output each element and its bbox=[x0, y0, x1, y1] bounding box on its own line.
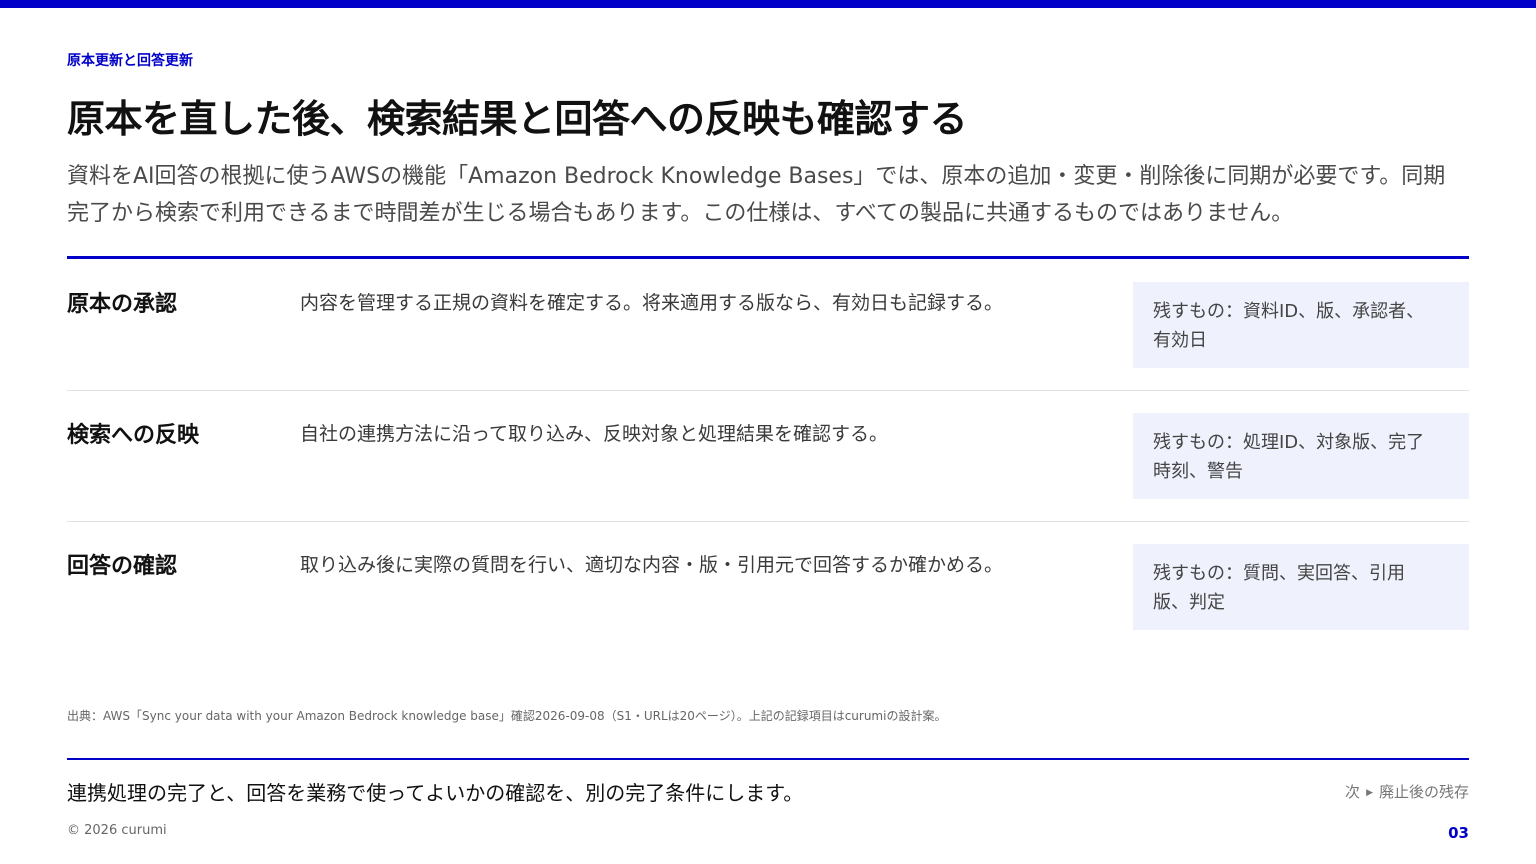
step-row-approval: 原本の承認 内容を管理する正規の資料を確定する。将来適用する版なら、有効日も記録… bbox=[67, 260, 1469, 391]
record-note-line: 残すもの：質問、実回答、引用 bbox=[1153, 563, 1405, 584]
record-note: 残すもの：資料ID、版、承認者、 有効日 bbox=[1133, 282, 1469, 368]
table-top-rule bbox=[67, 256, 1469, 259]
page-title: 原本を直した後、検索結果と回答への反映も確認する bbox=[67, 97, 968, 141]
step-title: 回答の確認 bbox=[67, 554, 178, 579]
source-citation: 出典：AWS「Sync your data with your Amazon B… bbox=[67, 709, 947, 723]
play-arrow-icon: ▶ bbox=[1366, 788, 1373, 798]
footer-rule bbox=[67, 758, 1469, 760]
section-eyebrow: 原本更新と回答更新 bbox=[67, 53, 193, 69]
record-note-line: 版、判定 bbox=[1153, 592, 1225, 613]
record-note: 残すもの：質問、実回答、引用 版、判定 bbox=[1133, 544, 1469, 630]
next-prefix: 次 bbox=[1345, 783, 1361, 801]
copyright: © 2026 curumi bbox=[67, 823, 167, 838]
step-description: 内容を管理する正規の資料を確定する。将来適用する版なら、有効日も記録する。 bbox=[300, 292, 1004, 314]
step-title: 原本の承認 bbox=[67, 292, 178, 317]
step-row-answer-check: 回答の確認 取り込み後に実際の質問を行い、適切な内容・版・引用元で回答するか確か… bbox=[67, 522, 1469, 652]
record-note-line: 残すもの：資料ID、版、承認者、 bbox=[1153, 301, 1425, 322]
page-number: 03 bbox=[1448, 824, 1469, 842]
step-description: 取り込み後に実際の質問を行い、適切な内容・版・引用元で回答するか確かめる。 bbox=[300, 554, 1004, 576]
record-note-line: 時刻、警告 bbox=[1153, 461, 1243, 482]
top-accent-bar bbox=[0, 0, 1536, 8]
lead-paragraph: 資料をAI回答の根拠に使うAWSの機能「Amazon Bedrock Knowl… bbox=[67, 164, 1446, 226]
record-note: 残すもの：処理ID、対象版、完了 時刻、警告 bbox=[1133, 413, 1469, 499]
next-label: 廃止後の残存 bbox=[1378, 783, 1469, 801]
next-slide-link[interactable]: 次 ▶ 廃止後の残存 bbox=[1345, 781, 1469, 802]
record-note-line: 有効日 bbox=[1153, 330, 1207, 351]
record-note-line: 残すもの：処理ID、対象版、完了 bbox=[1153, 432, 1425, 453]
step-description: 自社の連携方法に沿って取り込み、反映対象と処理結果を確認する。 bbox=[300, 423, 889, 445]
takeaway-text: 連携処理の完了と、回答を業務で使ってよいかの確認を、別の完了条件にします。 bbox=[67, 781, 804, 805]
step-title: 検索への反映 bbox=[67, 423, 200, 448]
step-row-search-sync: 検索への反映 自社の連携方法に沿って取り込み、反映対象と処理結果を確認する。 残… bbox=[67, 391, 1469, 522]
